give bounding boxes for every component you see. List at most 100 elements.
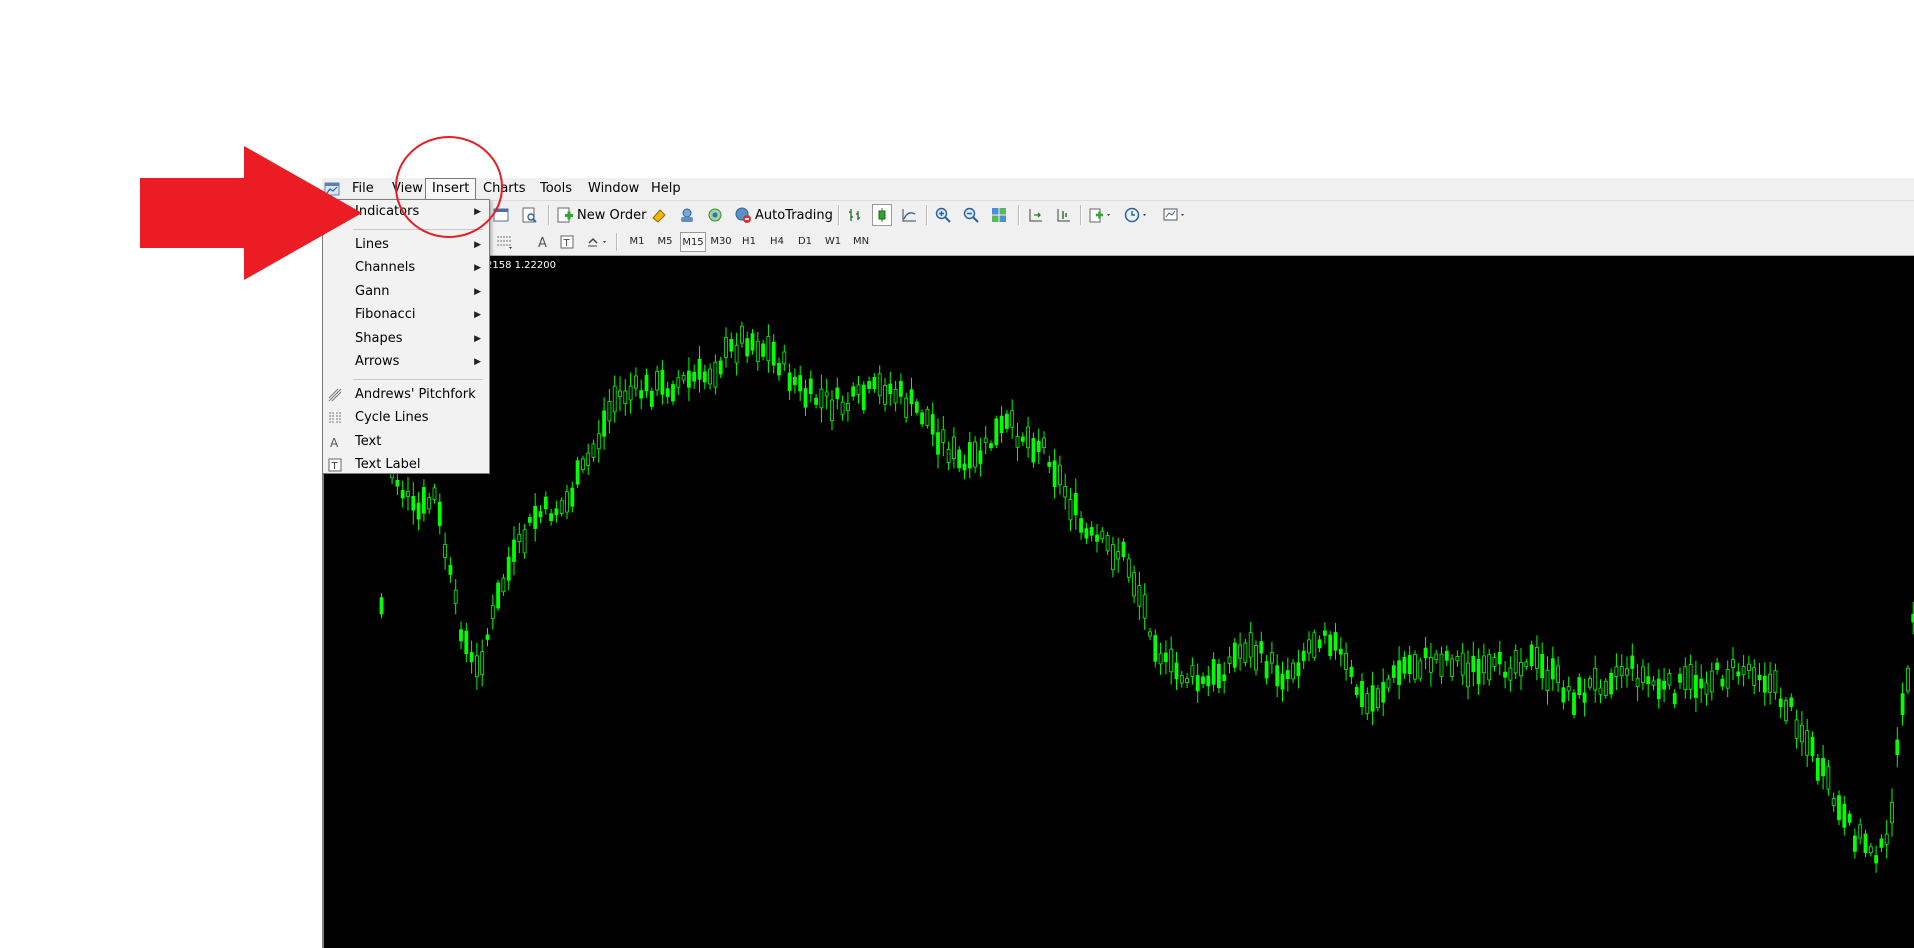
menu-tools[interactable]: Tools — [534, 178, 578, 200]
candle-body — [1476, 659, 1481, 685]
text-label-tool-icon[interactable]: T — [559, 231, 575, 253]
candle-body — [1010, 410, 1015, 428]
candle-body — [766, 336, 771, 362]
candle-body — [570, 487, 575, 507]
insert-menu-item-label: Gann — [355, 283, 390, 299]
tile-windows-icon[interactable] — [990, 204, 1008, 226]
candle-body — [406, 490, 410, 497]
candle-body — [681, 375, 686, 381]
candle-body — [1259, 641, 1264, 654]
candle-body — [1068, 499, 1073, 521]
timeframe-m15[interactable]: M15 — [680, 232, 706, 252]
periods-icon[interactable] — [1124, 204, 1150, 226]
data-window-icon[interactable] — [678, 204, 696, 226]
price-chart[interactable]: 2158 1.22200 — [322, 256, 1914, 948]
candle-body — [1132, 572, 1136, 597]
candle-body — [1100, 530, 1105, 540]
candle-body — [1487, 654, 1492, 681]
candle-body — [1323, 630, 1327, 636]
indicators-list-icon[interactable] — [1088, 204, 1114, 226]
candle-body — [1699, 678, 1704, 689]
candle-body — [1349, 666, 1354, 678]
candle-body — [1508, 667, 1513, 681]
menu-window[interactable]: Window — [582, 178, 645, 200]
candle-body — [1105, 535, 1110, 552]
bar-chart-icon[interactable] — [846, 204, 864, 226]
fibonacci-tool-icon[interactable] — [495, 231, 515, 253]
market-watch-icon[interactable] — [650, 204, 668, 226]
candle-body — [1784, 700, 1788, 722]
line-chart-icon[interactable] — [900, 204, 918, 226]
print-preview-icon[interactable] — [520, 204, 538, 226]
candlesticks-icon[interactable] — [872, 204, 892, 226]
insert-menu-item-shapes[interactable]: Shapes ▶ — [323, 328, 489, 350]
candle-body — [453, 589, 458, 604]
candle-body — [501, 577, 506, 593]
insert-menu-item-text[interactable]: A Text — [323, 431, 489, 453]
text-tool-icon[interactable]: A — [535, 231, 551, 253]
timeframe-mn[interactable]: MN — [848, 232, 874, 252]
candle-body — [1036, 440, 1041, 453]
candle-body — [1603, 680, 1608, 696]
timeframe-h4[interactable]: H4 — [764, 232, 790, 252]
candle-body — [888, 383, 893, 394]
candle-body — [792, 376, 797, 386]
menu-help[interactable]: Help — [645, 178, 687, 200]
timeframe-h1[interactable]: H1 — [736, 232, 762, 252]
candle-body — [1031, 438, 1036, 463]
insert-menu-item-gann[interactable]: Gann ▶ — [323, 281, 489, 303]
candle-body — [1683, 666, 1688, 690]
templates-icon[interactable] — [1162, 204, 1188, 226]
timeframe-m30[interactable]: M30 — [708, 232, 734, 252]
highlight-circle — [395, 136, 503, 238]
zoom-in-icon[interactable] — [934, 204, 952, 226]
navigator-icon[interactable] — [706, 204, 724, 226]
timeframe-m5[interactable]: M5 — [652, 232, 678, 252]
candle-body — [920, 412, 924, 425]
insert-menu-item-text-label[interactable]: T Text Label — [323, 454, 489, 476]
candle-body — [1301, 650, 1306, 662]
autotrading-button[interactable]: AutoTrading — [734, 204, 833, 226]
candle-body — [1545, 669, 1550, 691]
candle-body — [649, 390, 654, 407]
timeframe-m1[interactable]: M1 — [624, 232, 650, 252]
candlestick-plot — [379, 321, 1914, 873]
candle-body — [872, 377, 877, 390]
insert-menu-item-andrews-pitchfork[interactable]: Andrews' Pitchfork — [323, 384, 489, 406]
new-order-button[interactable]: New Order — [556, 204, 646, 226]
candle-body — [1444, 650, 1449, 661]
candle-body — [1285, 670, 1290, 680]
candle-body — [639, 390, 644, 399]
candle-body — [1874, 855, 1878, 864]
candle-body — [1211, 659, 1216, 685]
toolbar-separator — [548, 205, 550, 225]
candle-body — [1376, 688, 1380, 709]
candle-body — [893, 388, 898, 404]
insert-menu-item-arrows[interactable]: Arrows ▶ — [323, 351, 489, 373]
candle-body — [1201, 676, 1205, 684]
arrows-tool-icon[interactable] — [585, 231, 611, 253]
candle-body — [1715, 662, 1719, 670]
candle-body — [1540, 653, 1545, 679]
chart-shift-icon[interactable] — [1026, 204, 1044, 226]
text-icon: A — [330, 436, 339, 450]
timeframe-w1[interactable]: W1 — [820, 232, 846, 252]
candle-body — [1222, 674, 1227, 682]
candle-body — [994, 418, 999, 446]
candle-body — [1503, 671, 1507, 678]
timeframe-d1[interactable]: D1 — [792, 232, 818, 252]
candle-body — [851, 386, 856, 397]
candle-body — [761, 343, 766, 357]
candle-body — [692, 371, 697, 382]
candle-body — [1731, 659, 1735, 668]
insert-menu-item-label: Arrows — [355, 354, 400, 369]
line-studies-toolbar: A T M1 M5 M15 M30 H1 H4 D1 W1 MN — [322, 229, 1914, 256]
insert-menu-item-fibonacci[interactable]: Fibonacci ▶ — [323, 304, 489, 326]
candle-body — [395, 480, 400, 487]
zoom-out-icon[interactable] — [962, 204, 980, 226]
auto-scroll-icon[interactable] — [1054, 204, 1072, 226]
candle-body — [1137, 585, 1142, 607]
autotrading-label: AutoTrading — [755, 207, 833, 223]
candle-body — [1641, 666, 1645, 684]
insert-menu-item-cycle-lines[interactable]: Cycle Lines — [323, 407, 489, 429]
